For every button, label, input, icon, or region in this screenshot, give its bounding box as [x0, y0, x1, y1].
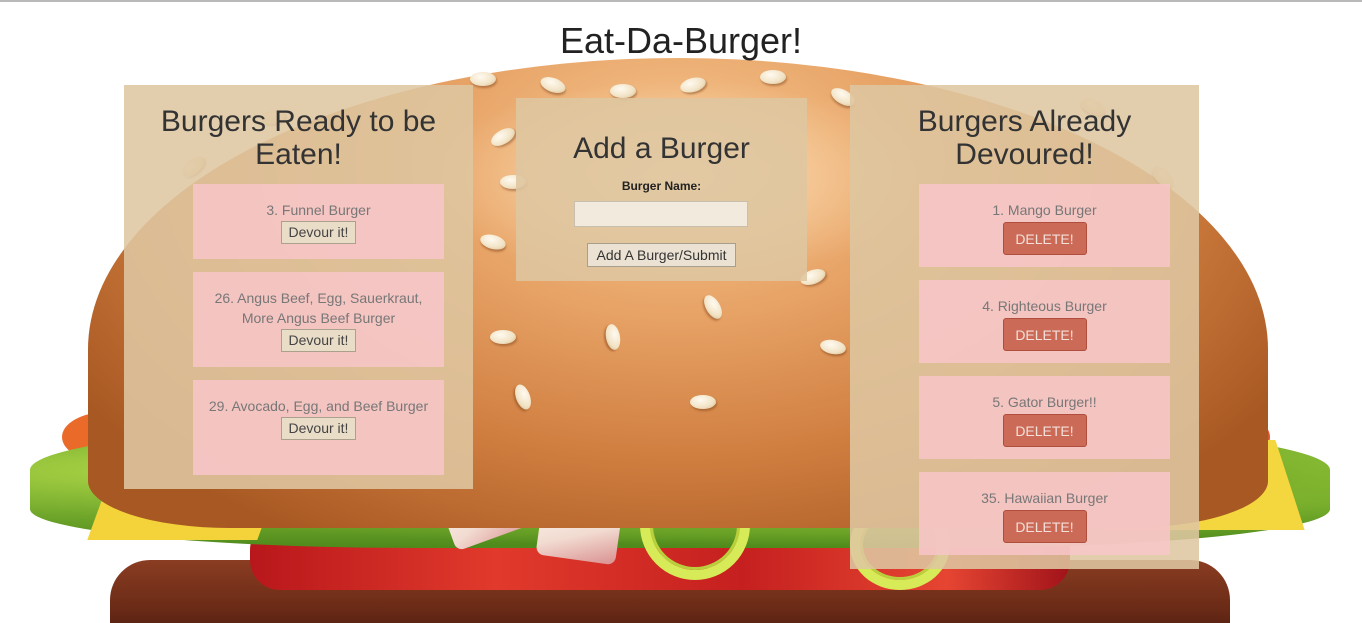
page-title: Eat-Da-Burger! [559, 20, 803, 61]
add-burger-heading: Add a Burger [573, 132, 750, 165]
burger-name: 35. Hawaiian Burger [981, 490, 1108, 506]
ready-burger-card: 26. Angus Beef, Egg, Sauerkraut, More An… [193, 272, 444, 367]
ready-burger-card: 3. Funnel Burger Devour it! [193, 184, 444, 259]
delete-button[interactable]: DELETE! [1002, 222, 1087, 255]
burger-name-input[interactable] [574, 201, 748, 227]
burger-name: 3. Funnel Burger [266, 202, 371, 218]
delete-button[interactable]: DELETE! [1002, 510, 1087, 543]
burger-name: 1. Mango Burger [992, 202, 1097, 218]
devoured-burger-card: 5. Gator Burger!! DELETE! [919, 376, 1170, 459]
ready-burger-card: 29. Avocado, Egg, and Beef Burger Devour… [193, 380, 444, 475]
devoured-burger-card: 35. Hawaiian Burger DELETE! [919, 472, 1170, 555]
devoured-burgers-heading: Burgers Already Devoured! [917, 105, 1132, 171]
devour-button[interactable]: Devour it! [280, 417, 357, 440]
devour-button[interactable]: Devour it! [280, 221, 357, 244]
devoured-burgers-panel: Burgers Already Devoured! 1. Mango Burge… [850, 85, 1199, 569]
ready-burgers-panel: Burgers Ready to be Eaten! 3. Funnel Bur… [124, 85, 473, 489]
add-burger-form: Add a Burger Burger Name: Add A Burger/S… [516, 98, 807, 281]
devoured-burger-card: 1. Mango Burger DELETE! [919, 184, 1170, 267]
ready-burgers-heading: Burgers Ready to be Eaten! [160, 105, 437, 171]
burger-name: 4. Righteous Burger [982, 298, 1107, 314]
devoured-burger-card: 4. Righteous Burger DELETE! [919, 280, 1170, 363]
devour-button[interactable]: Devour it! [280, 329, 357, 352]
delete-button[interactable]: DELETE! [1002, 318, 1087, 351]
burger-name: 5. Gator Burger!! [992, 394, 1097, 410]
add-burger-submit-button[interactable]: Add A Burger/Submit [587, 243, 736, 267]
burger-name: 26. Angus Beef, Egg, Sauerkraut, More An… [214, 290, 423, 326]
burger-name: 29. Avocado, Egg, and Beef Burger [208, 398, 429, 414]
delete-button[interactable]: DELETE! [1002, 414, 1087, 447]
burger-name-label: Burger Name: [621, 179, 702, 193]
